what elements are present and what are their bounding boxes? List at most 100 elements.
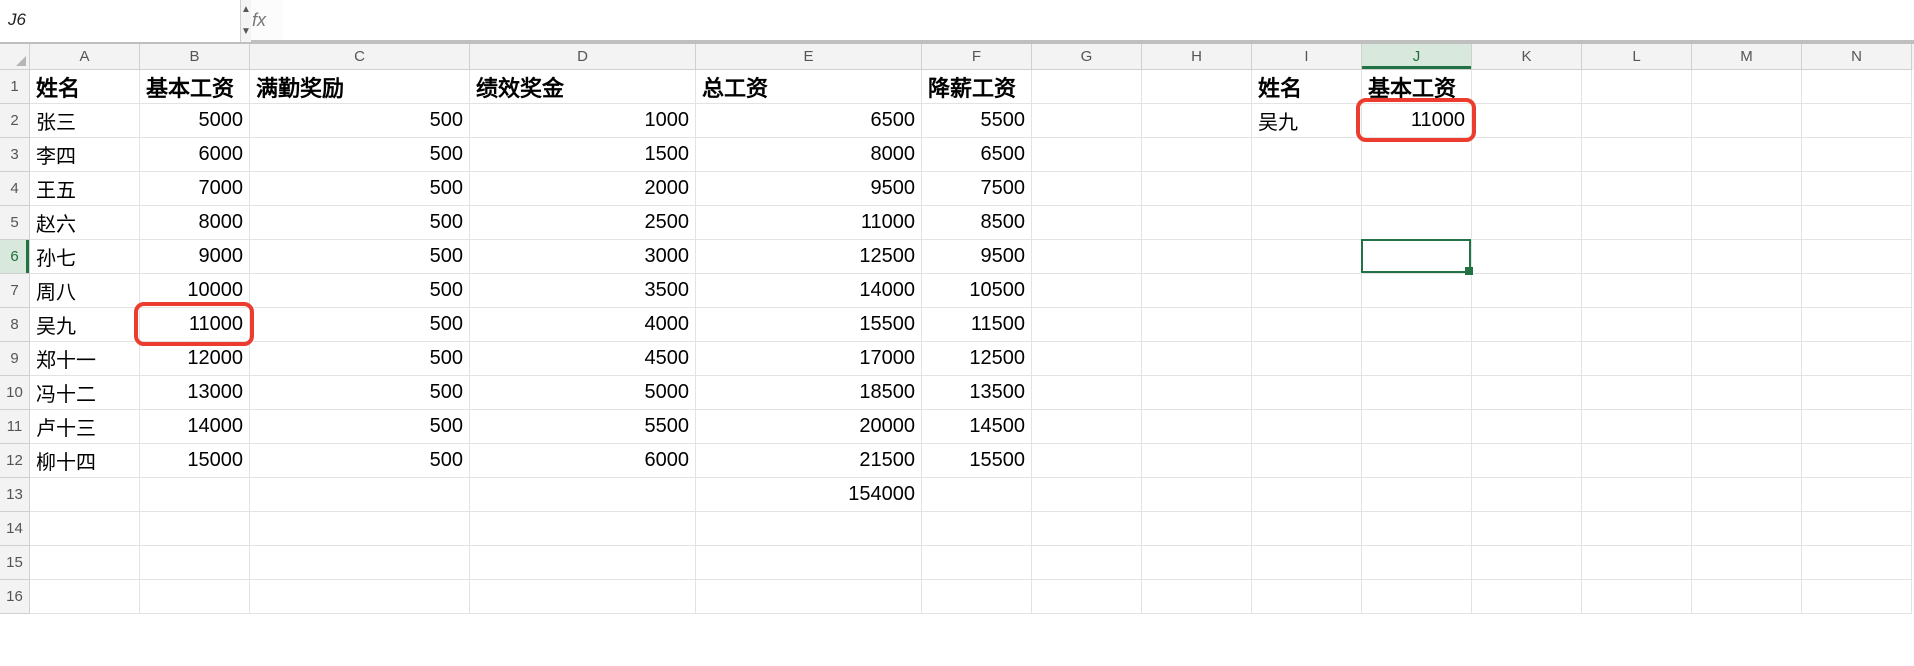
- cell-J11[interactable]: [1362, 410, 1472, 444]
- cell-I16[interactable]: [1252, 580, 1362, 614]
- cell-H16[interactable]: [1142, 580, 1252, 614]
- cell-J9[interactable]: [1362, 342, 1472, 376]
- cell-E2[interactable]: 6500: [696, 104, 922, 138]
- cell-L1[interactable]: [1582, 70, 1692, 104]
- cell-K5[interactable]: [1472, 206, 1582, 240]
- cell-F5[interactable]: 8500: [922, 206, 1032, 240]
- row-header-14[interactable]: 14: [0, 512, 30, 546]
- cell-D12[interactable]: 6000: [470, 444, 696, 478]
- cell-I3[interactable]: [1252, 138, 1362, 172]
- cell-B9[interactable]: 12000: [140, 342, 250, 376]
- cell-H5[interactable]: [1142, 206, 1252, 240]
- cell-H12[interactable]: [1142, 444, 1252, 478]
- cell-M12[interactable]: [1692, 444, 1802, 478]
- cell-L7[interactable]: [1582, 274, 1692, 308]
- cell-A15[interactable]: [30, 546, 140, 580]
- cell-A6[interactable]: 孙七: [30, 240, 140, 274]
- cell-A11[interactable]: 卢十三: [30, 410, 140, 444]
- cell-J10[interactable]: [1362, 376, 1472, 410]
- cell-G2[interactable]: [1032, 104, 1142, 138]
- cell-F1[interactable]: 降薪工资: [922, 70, 1032, 104]
- cell-M7[interactable]: [1692, 274, 1802, 308]
- cell-G13[interactable]: [1032, 478, 1142, 512]
- column-header-F[interactable]: F: [922, 44, 1032, 70]
- cell-B11[interactable]: 14000: [140, 410, 250, 444]
- cell-A3[interactable]: 李四: [30, 138, 140, 172]
- cell-C6[interactable]: 500: [250, 240, 470, 274]
- cell-I5[interactable]: [1252, 206, 1362, 240]
- cell-I12[interactable]: [1252, 444, 1362, 478]
- cell-K8[interactable]: [1472, 308, 1582, 342]
- cell-H7[interactable]: [1142, 274, 1252, 308]
- cell-F12[interactable]: 15500: [922, 444, 1032, 478]
- cell-L6[interactable]: [1582, 240, 1692, 274]
- cell-A5[interactable]: 赵六: [30, 206, 140, 240]
- cell-B16[interactable]: [140, 580, 250, 614]
- cell-F6[interactable]: 9500: [922, 240, 1032, 274]
- cell-I11[interactable]: [1252, 410, 1362, 444]
- cell-C5[interactable]: 500: [250, 206, 470, 240]
- formula-input[interactable]: [282, 0, 1914, 40]
- row-header-13[interactable]: 13: [0, 478, 30, 512]
- cell-N5[interactable]: [1802, 206, 1912, 240]
- cell-A7[interactable]: 周八: [30, 274, 140, 308]
- cell-H3[interactable]: [1142, 138, 1252, 172]
- column-header-I[interactable]: I: [1252, 44, 1362, 70]
- cell-D1[interactable]: 绩效奖金: [470, 70, 696, 104]
- cell-E12[interactable]: 21500: [696, 444, 922, 478]
- cell-K10[interactable]: [1472, 376, 1582, 410]
- cell-B7[interactable]: 10000: [140, 274, 250, 308]
- cell-N1[interactable]: [1802, 70, 1912, 104]
- cell-C11[interactable]: 500: [250, 410, 470, 444]
- cell-L13[interactable]: [1582, 478, 1692, 512]
- cell-N14[interactable]: [1802, 512, 1912, 546]
- cell-H1[interactable]: [1142, 70, 1252, 104]
- cell-A14[interactable]: [30, 512, 140, 546]
- cell-C15[interactable]: [250, 546, 470, 580]
- cell-E10[interactable]: 18500: [696, 376, 922, 410]
- cell-A16[interactable]: [30, 580, 140, 614]
- cell-L5[interactable]: [1582, 206, 1692, 240]
- cell-I2[interactable]: 吴九: [1252, 104, 1362, 138]
- cell-D6[interactable]: 3000: [470, 240, 696, 274]
- cell-K3[interactable]: [1472, 138, 1582, 172]
- cell-E14[interactable]: [696, 512, 922, 546]
- cell-D16[interactable]: [470, 580, 696, 614]
- cell-I13[interactable]: [1252, 478, 1362, 512]
- cell-L12[interactable]: [1582, 444, 1692, 478]
- cell-E11[interactable]: 20000: [696, 410, 922, 444]
- row-header-16[interactable]: 16: [0, 580, 30, 614]
- cell-C14[interactable]: [250, 512, 470, 546]
- cell-D8[interactable]: 4000: [470, 308, 696, 342]
- cell-M13[interactable]: [1692, 478, 1802, 512]
- cell-A2[interactable]: 张三: [30, 104, 140, 138]
- cell-F13[interactable]: [922, 478, 1032, 512]
- cell-N6[interactable]: [1802, 240, 1912, 274]
- column-header-E[interactable]: E: [696, 44, 922, 70]
- cell-J16[interactable]: [1362, 580, 1472, 614]
- cell-K6[interactable]: [1472, 240, 1582, 274]
- cell-M8[interactable]: [1692, 308, 1802, 342]
- cell-N9[interactable]: [1802, 342, 1912, 376]
- cell-E6[interactable]: 12500: [696, 240, 922, 274]
- cell-J3[interactable]: [1362, 138, 1472, 172]
- cell-G14[interactable]: [1032, 512, 1142, 546]
- cell-C8[interactable]: 500: [250, 308, 470, 342]
- cell-H14[interactable]: [1142, 512, 1252, 546]
- cell-G15[interactable]: [1032, 546, 1142, 580]
- cell-K15[interactable]: [1472, 546, 1582, 580]
- select-all-corner[interactable]: [0, 44, 30, 70]
- cell-H13[interactable]: [1142, 478, 1252, 512]
- cell-E5[interactable]: 11000: [696, 206, 922, 240]
- cell-L9[interactable]: [1582, 342, 1692, 376]
- cell-C2[interactable]: 500: [250, 104, 470, 138]
- cell-F15[interactable]: [922, 546, 1032, 580]
- cell-L11[interactable]: [1582, 410, 1692, 444]
- cell-D14[interactable]: [470, 512, 696, 546]
- name-box-input[interactable]: [0, 0, 240, 42]
- cell-G9[interactable]: [1032, 342, 1142, 376]
- cell-I6[interactable]: [1252, 240, 1362, 274]
- cell-D10[interactable]: 5000: [470, 376, 696, 410]
- cell-E7[interactable]: 14000: [696, 274, 922, 308]
- cell-L4[interactable]: [1582, 172, 1692, 206]
